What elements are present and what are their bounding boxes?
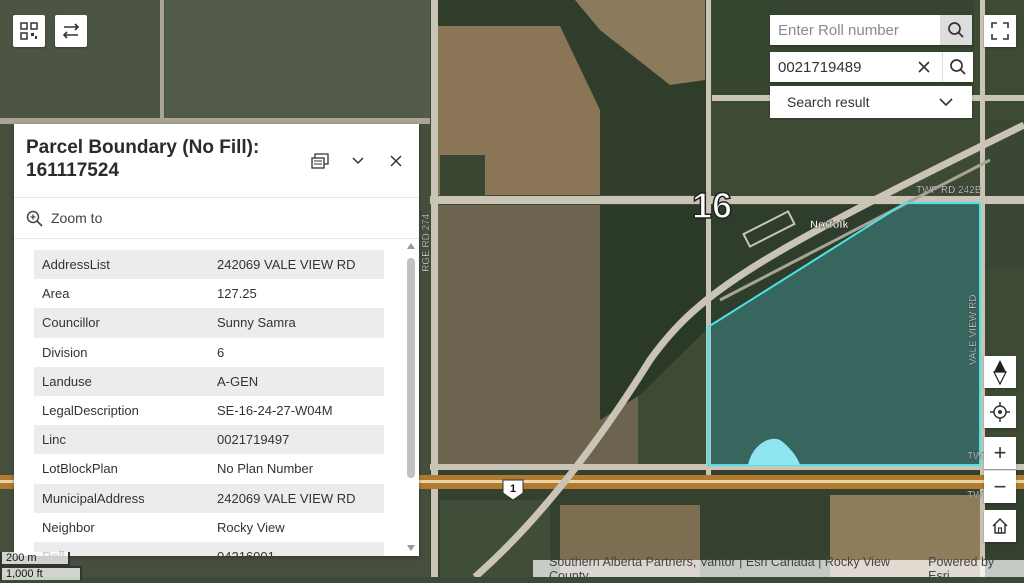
attribute-value: No Plan Number: [217, 461, 314, 477]
clear-search-button[interactable]: [916, 59, 932, 75]
swap-button[interactable]: [55, 15, 87, 47]
swap-arrows-icon: [62, 23, 80, 39]
attribute-value: 127.25: [217, 286, 257, 302]
search-result-label: Search result: [787, 94, 870, 110]
attribute-row: Councillor Sunny Samra: [34, 308, 384, 338]
qr-code-icon: [20, 22, 38, 40]
scale-metric: 200 m: [0, 552, 70, 566]
scroll-thumb[interactable]: [407, 258, 415, 478]
compass-icon: [993, 360, 1007, 385]
attribute-row: Roll04216001: [34, 541, 384, 556]
attribute-row: LegalDescription SE-16-24-27-W04M: [34, 396, 384, 425]
locate-icon: [990, 402, 1010, 422]
attribute-key: MunicipalAddress: [34, 483, 209, 513]
roll-search: [770, 15, 972, 45]
scale-imperial: 1,000 ft: [0, 566, 82, 580]
attribute-key: AddressList: [34, 250, 209, 280]
attribute-key: LegalDescription: [42, 403, 139, 419]
attribute-row: Landuse A-GEN: [34, 366, 384, 396]
fullscreen-button[interactable]: [984, 15, 1016, 47]
attribute-value: Rocky View: [217, 519, 285, 535]
attribute-value: Sunny Samra: [209, 308, 384, 338]
close-icon: [918, 61, 930, 73]
close-popup-button[interactable]: [383, 148, 409, 174]
place-label: Norfolk: [810, 219, 849, 231]
feature-popup: Parcel Boundary (No Fill): 161117524 Zoo…: [14, 124, 419, 556]
close-icon: [390, 155, 402, 167]
attribute-row: Neighbor Rocky View: [34, 513, 384, 542]
powered-by-link[interactable]: Powered by Esri: [928, 555, 1018, 583]
compass-button[interactable]: [984, 356, 1016, 388]
attribute-value: A-GEN: [209, 366, 384, 396]
home-icon: [992, 517, 1008, 534]
attribute-value: SE-16-24-27-W04M: [217, 403, 333, 419]
attribute-row: LotBlockPlan No Plan Number: [34, 454, 384, 483]
attribution-bar: Southern Alberta Partners, Vantor | Esri…: [533, 555, 1024, 583]
attribute-value: 242069 VALE VIEW RD: [209, 250, 384, 280]
dock-icon: [311, 153, 329, 169]
attribute-value: 0021719497: [209, 425, 384, 455]
popup-scrollbar[interactable]: [407, 242, 415, 554]
attribute-key: Councillor: [34, 308, 209, 338]
attribute-key: Linc: [34, 425, 209, 455]
attribute-row: Linc 0021719497: [34, 425, 384, 455]
attribute-value: 04216001: [209, 541, 384, 556]
road-label-rgerd: RGE RD 274: [421, 213, 432, 272]
locate-button[interactable]: [984, 396, 1016, 428]
attribute-row: MunicipalAddress 242069 VALE VIEW RD: [34, 483, 384, 513]
attribute-key: Area: [42, 286, 70, 302]
section-label: 16: [692, 185, 732, 226]
dock-button[interactable]: [307, 148, 333, 174]
zoom-to-action[interactable]: Zoom to: [14, 197, 419, 239]
attribute-key: Neighbor: [42, 519, 95, 535]
home-button[interactable]: [984, 510, 1016, 542]
popup-title: Parcel Boundary (No Fill): 161117524: [26, 137, 260, 181]
attribute-row: Area 127.25: [34, 279, 384, 308]
scroll-up-icon[interactable]: [407, 242, 415, 250]
linc-search-input[interactable]: [778, 52, 928, 82]
qr-code-button[interactable]: [13, 15, 45, 47]
fullscreen-icon: [991, 22, 1009, 40]
search-icon: [950, 59, 966, 75]
roll-search-input[interactable]: [778, 15, 928, 45]
chevron-down-icon: [939, 98, 953, 107]
road-label-twprd: TWP RD 242B: [916, 185, 982, 196]
highway-shield-number: 1: [510, 483, 516, 495]
attribute-key: Landuse: [34, 366, 209, 396]
attribute-row: Division 6: [34, 338, 384, 367]
collapse-button[interactable]: [345, 148, 371, 174]
zoom-in-button[interactable]: +: [984, 437, 1016, 469]
roll-search-button[interactable]: [940, 15, 972, 45]
attribution-sources: Southern Alberta Partners, Vantor | Esri…: [549, 554, 890, 583]
linc-search-button[interactable]: [942, 52, 973, 82]
attribute-key: Division: [42, 344, 88, 360]
zoom-out-button[interactable]: −: [984, 470, 1016, 503]
search-result-dropdown[interactable]: Search result: [770, 86, 972, 118]
scale-bar: 200 m 1,000 ft: [0, 552, 82, 580]
attribute-value: 6: [217, 344, 225, 360]
search-icon: [948, 22, 964, 38]
zoom-to-label: Zoom to: [51, 210, 103, 226]
attribute-key: LotBlockPlan: [42, 461, 118, 477]
chevron-down-icon: [352, 157, 364, 165]
linc-search: [770, 52, 973, 82]
zoom-in-icon: [26, 210, 43, 227]
attribute-table: AddressList 242069 VALE VIEW RD Area 127.25…: [34, 250, 384, 556]
road-label-valeview: VALE VIEW RD: [968, 295, 979, 365]
scroll-down-icon[interactable]: [407, 544, 415, 552]
attribute-row: AddressList 242069 VALE VIEW RD: [34, 250, 384, 280]
attribute-value: 242069 VALE VIEW RD: [209, 483, 384, 513]
